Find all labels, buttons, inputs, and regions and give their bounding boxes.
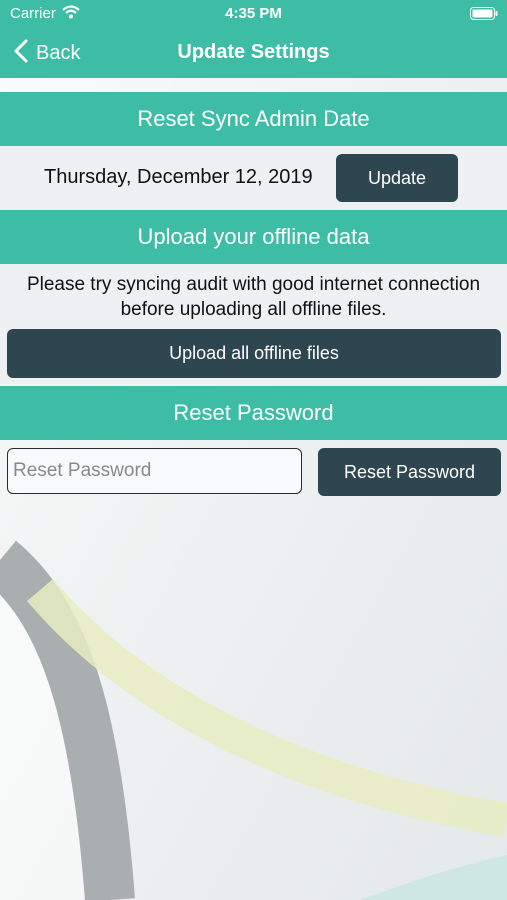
upload-section-header: Upload your offline data bbox=[0, 210, 507, 264]
upload-button-label: Upload all offline files bbox=[169, 343, 339, 363]
reset-password-button-label: Reset Password bbox=[343, 461, 476, 482]
sync-date-value[interactable]: Thursday, December 12, 2019 bbox=[44, 166, 313, 189]
upload-offline-files-button[interactable]: Upload all offline files bbox=[7, 329, 501, 378]
sync-section-title: Reset Sync Admin Date bbox=[137, 106, 370, 131]
update-button[interactable]: Update bbox=[336, 154, 458, 202]
upload-section-title: Upload your offline data bbox=[137, 224, 370, 249]
battery-icon bbox=[470, 7, 498, 25]
status-bar: Carrier 4:35 PM bbox=[0, 0, 507, 28]
status-time: 4:35 PM bbox=[225, 5, 282, 22]
navigation-bar: Back Update Settings bbox=[0, 28, 507, 78]
password-section-header: Reset Password bbox=[0, 386, 507, 440]
password-section-title: Reset Password bbox=[173, 400, 334, 425]
reset-password-input[interactable] bbox=[11, 459, 301, 483]
page-title: Update Settings bbox=[177, 41, 330, 63]
upload-note: Please try syncing audit with good inter… bbox=[26, 274, 481, 320]
sync-section-header: Reset Sync Admin Date bbox=[0, 92, 507, 146]
update-button-label: Update bbox=[367, 167, 427, 188]
reset-password-button[interactable]: Reset Password bbox=[318, 448, 501, 496]
reset-password-field[interactable] bbox=[7, 448, 302, 494]
